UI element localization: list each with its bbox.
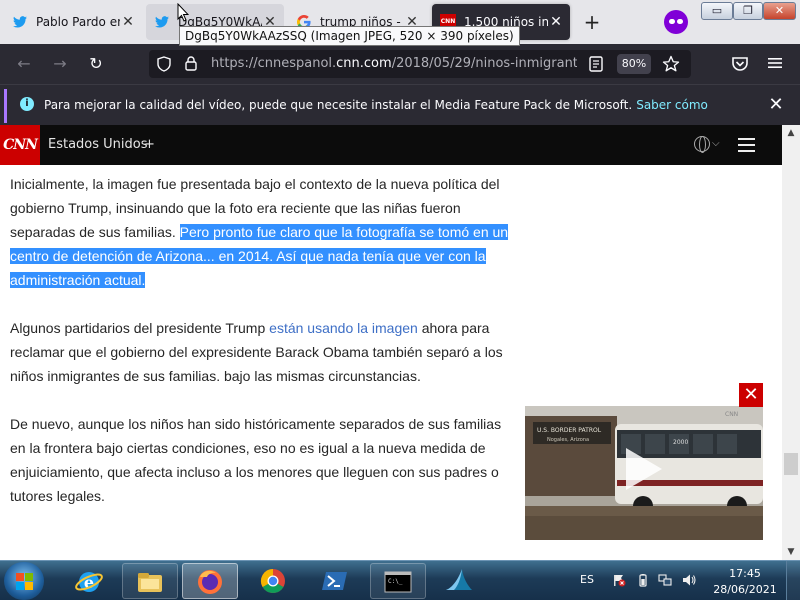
video-corner-tag: CNN <box>725 411 738 418</box>
selected-text: Pero pronto fue claro que la fotografía … <box>179 224 474 240</box>
bookmark-star-icon[interactable] <box>662 55 680 73</box>
article-paragraph: Inicialmente, la imagen fue presentada b… <box>10 172 510 292</box>
taskbar-file-explorer[interactable] <box>122 563 178 599</box>
notification-bar: i Para mejorar la calidad del vídeo, pue… <box>0 84 800 125</box>
clock-time[interactable]: 17:45 <box>700 567 790 580</box>
url-path: /2018/05/29/ninos-inmigrantes- <box>391 56 577 71</box>
internet-explorer-icon: e <box>75 572 103 592</box>
clock-date[interactable]: 28/06/2021 <box>700 583 790 596</box>
url-text[interactable]: https://cnnespanol.cnn.com/2018/05/29/ni… <box>211 50 577 78</box>
cnn-header: CNN Estados Unidos + ⌵ <box>0 125 782 165</box>
windows-logo-blue <box>16 582 24 590</box>
page-scrollbar[interactable]: ▲ ▼ <box>782 125 800 560</box>
battery-icon[interactable] <box>636 573 650 587</box>
firefox-icon <box>198 570 222 594</box>
hamburger-menu-icon[interactable] <box>768 57 782 69</box>
cmd-prompt-text: C:\_ <box>388 578 403 585</box>
article-paragraph: De nuevo, aunque los niños han sido hist… <box>10 416 502 504</box>
network-icon[interactable] <box>658 573 672 587</box>
lock-icon[interactable] <box>185 56 197 71</box>
scroll-thumb[interactable] <box>784 453 798 476</box>
forward-arrow-icon[interactable]: → <box>48 52 72 76</box>
mouse-cursor-icon <box>177 3 189 22</box>
learn-how-link[interactable]: Saber cómo <box>636 98 708 112</box>
play-icon[interactable] <box>626 448 662 490</box>
close-tab-icon[interactable]: ✕ <box>120 14 136 30</box>
expand-plus-icon[interactable]: + <box>144 125 155 165</box>
chevron-down-icon[interactable]: ⌵ <box>712 138 720 149</box>
tab-tooltip: DgBq5Y0WkAAzSSQ (Imagen JPEG, 520 × 390 … <box>179 26 520 46</box>
navigation-toolbar: ← → ↻ https://cnnespanol.cnn.com/2018/05… <box>0 44 800 84</box>
windows-taskbar: e C:\_ ES 17:45 28/06/2021 <box>0 560 800 600</box>
article-paragraph: Algunos partidarios del presidente Trump… <box>10 316 510 388</box>
notification-message: Para mejorar la calidad del vídeo, puede… <box>44 85 708 126</box>
close-notification-icon[interactable]: ✕ <box>766 95 786 115</box>
twitter-icon <box>154 14 170 30</box>
sign-text: U.S. BORDER PATROL <box>537 427 602 434</box>
chrome-icon <box>260 569 285 594</box>
windows-logo-red <box>16 573 24 581</box>
section-link[interactable]: Estados Unidos <box>48 125 148 165</box>
minimize-button[interactable]: ▭ <box>701 2 733 20</box>
video-player[interactable]: U.S. BORDER PATROL Nogales, Arizona 2000… <box>525 406 763 540</box>
address-bar[interactable]: https://cnnespanol.cnn.com/2018/05/29/ni… <box>149 50 691 78</box>
private-browsing-icon <box>664 10 688 34</box>
sign-subtext: Nogales, Arizona <box>547 437 589 443</box>
back-arrow-icon[interactable]: ← <box>12 52 36 76</box>
twitter-icon <box>12 14 28 30</box>
volume-icon[interactable] <box>682 573 696 587</box>
scroll-up-arrow-icon[interactable]: ▲ <box>782 125 800 141</box>
article-link[interactable]: están usando la imagen <box>269 320 418 336</box>
new-tab-button[interactable]: + <box>580 12 604 36</box>
site-menu-icon[interactable] <box>738 138 755 152</box>
zoom-level-badge[interactable]: 80% <box>617 54 651 74</box>
article-body: Inicialmente, la imagen fue presentada b… <box>10 172 510 532</box>
action-center-flag-icon[interactable] <box>612 573 626 587</box>
taskbar-powershell[interactable] <box>308 563 364 599</box>
window-close-button[interactable]: ✕ <box>763 2 796 20</box>
restore-button[interactable]: ❐ <box>733 2 763 20</box>
globe-icon[interactable] <box>694 136 710 153</box>
taskbar-firefox[interactable] <box>182 563 238 599</box>
tab-pablo-pardo[interactable]: Pablo Pardo en ✕ <box>4 4 142 40</box>
cnn-logo[interactable]: CNN <box>0 125 40 165</box>
taskbar-cmd[interactable]: C:\_ <box>370 563 426 599</box>
powershell-icon <box>322 572 347 590</box>
close-video-button[interactable]: ✕ <box>739 383 763 407</box>
bus-number: 2000 <box>673 439 688 446</box>
taskbar-chrome[interactable] <box>246 563 302 599</box>
paragraph-text: Algunos partidarios del presidente Trump <box>10 320 270 336</box>
notification-text: Para mejorar la calidad del vídeo, puede… <box>44 98 633 112</box>
show-desktop-button[interactable] <box>786 561 800 600</box>
url-domain: cnn.com <box>336 56 392 71</box>
scroll-down-arrow-icon[interactable]: ▼ <box>782 544 800 560</box>
cmd-icon: C:\_ <box>384 571 412 593</box>
language-indicator[interactable]: ES <box>580 561 594 599</box>
info-icon: i <box>20 97 34 111</box>
close-tab-icon[interactable]: ✕ <box>548 14 564 30</box>
taskbar-wireshark[interactable] <box>432 563 488 599</box>
start-button[interactable] <box>4 562 44 600</box>
windows-logo-green <box>25 573 33 581</box>
windows-logo-yellow <box>25 582 33 590</box>
tracking-shield-icon[interactable] <box>157 56 171 72</box>
reader-view-icon[interactable] <box>589 56 603 72</box>
pocket-icon[interactable] <box>731 56 749 72</box>
wireshark-icon <box>446 569 472 590</box>
tab-title: Pablo Pardo en <box>36 15 120 29</box>
url-prefix: https://cnnespanol. <box>211 56 337 71</box>
file-explorer-icon <box>138 573 162 592</box>
reload-icon[interactable]: ↻ <box>84 52 108 76</box>
taskbar-internet-explorer[interactable]: e <box>62 563 118 599</box>
